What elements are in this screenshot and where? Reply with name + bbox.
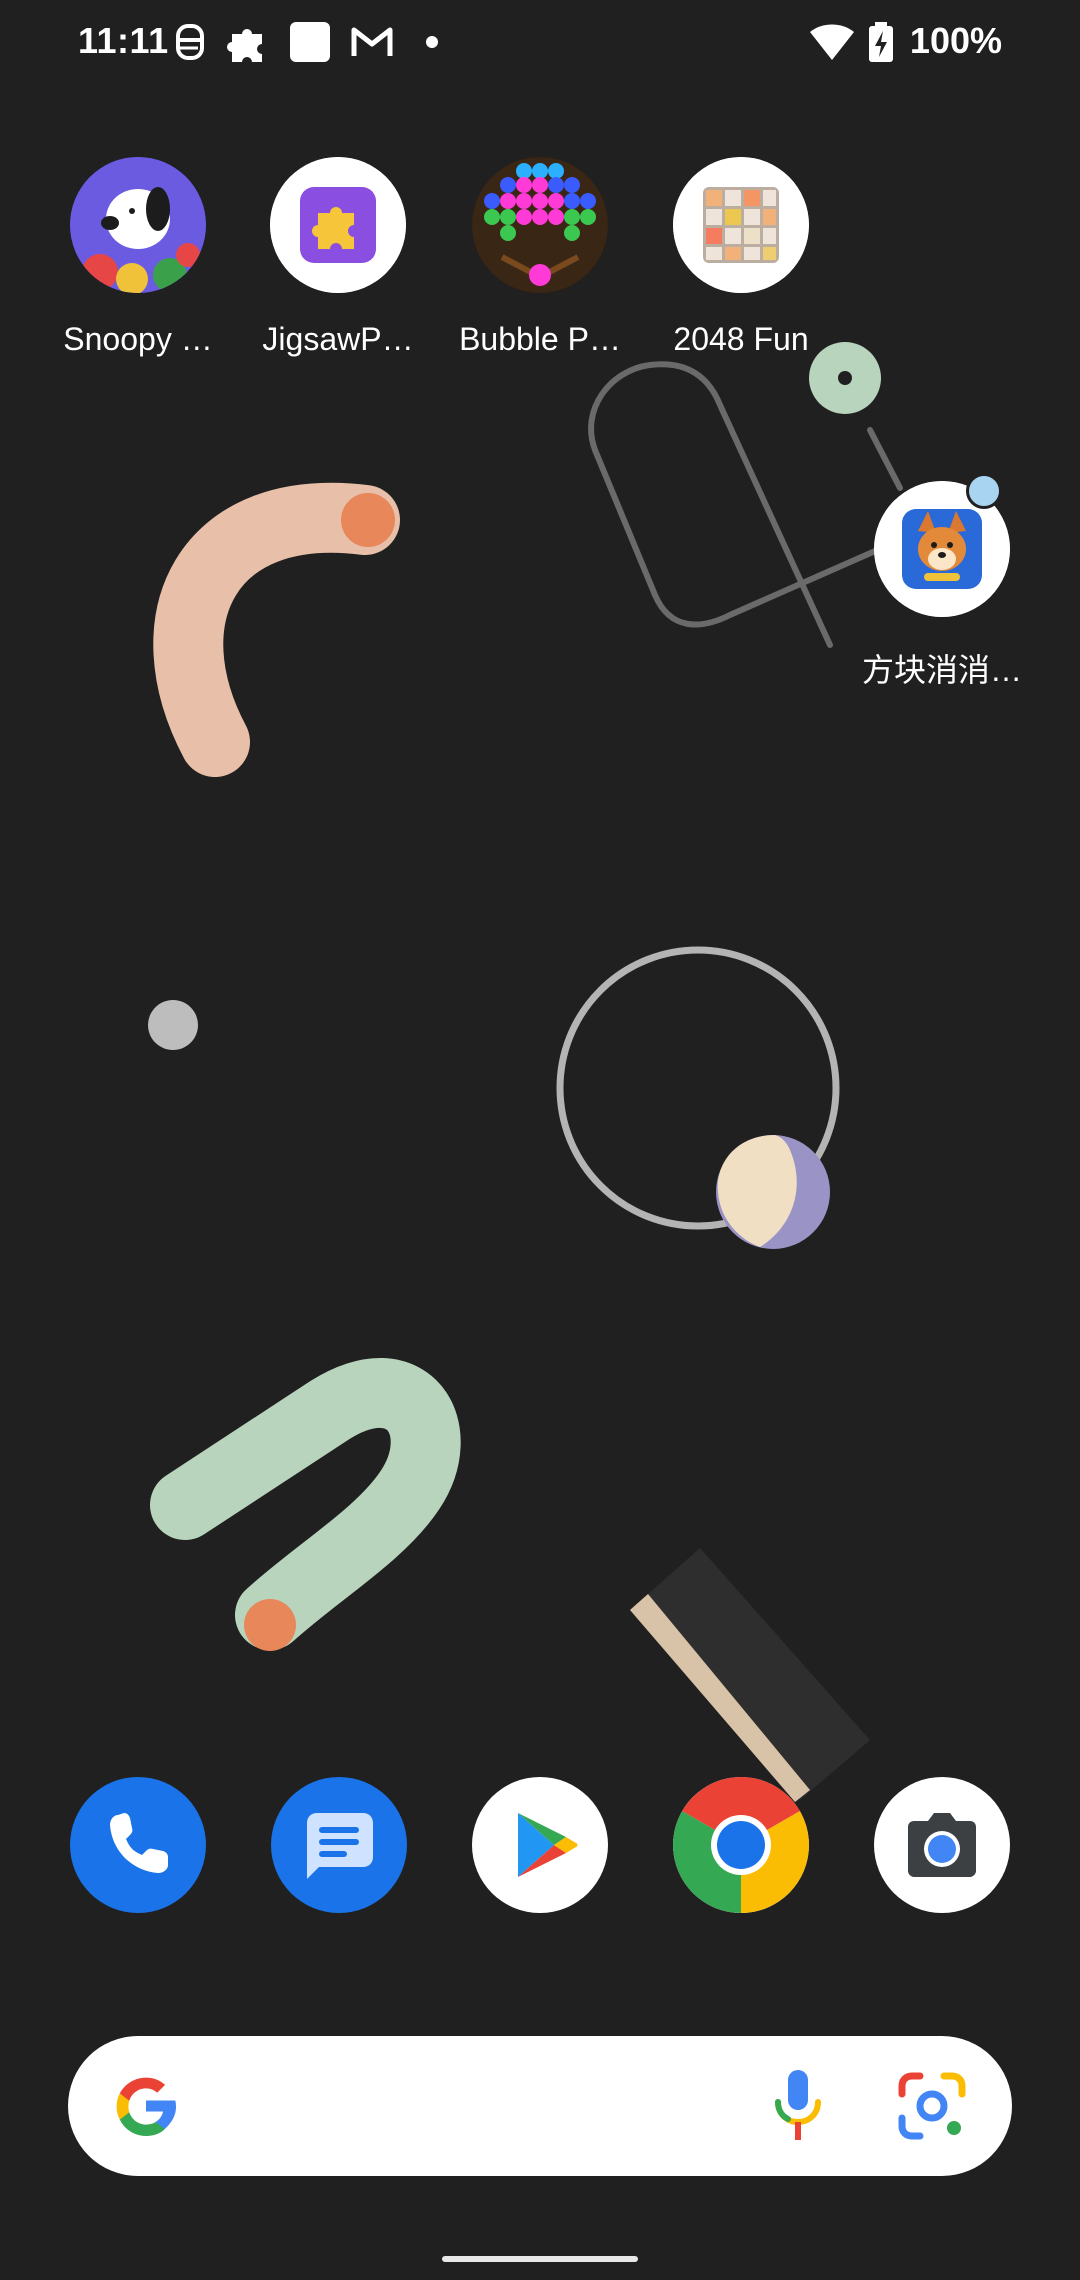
camera-icon[interactable] (874, 1777, 1010, 1913)
microphone-icon[interactable] (768, 2068, 828, 2144)
lens-icon[interactable] (896, 2070, 968, 2142)
battery-percent: 100% (909, 20, 1002, 61)
app-dog-game[interactable]: 方块消消… (842, 473, 1042, 691)
wifi-icon (810, 24, 854, 60)
app-label: 2048 Fun (673, 321, 809, 357)
puzzle-icon (227, 29, 262, 62)
app-label: Bubble P… (459, 321, 621, 357)
chrome-icon[interactable] (673, 1777, 809, 1913)
home-screen: 11:11 100% Snoopy … JigsawP… Bubble P… 2… (0, 0, 1080, 2280)
2048-icon (673, 157, 809, 293)
app-bubble-pop[interactable]: Bubble P… (440, 157, 640, 358)
bubble-pop-icon (472, 157, 608, 293)
google-search-bar[interactable] (68, 2036, 1012, 2176)
app-label: Snoopy … (63, 321, 213, 357)
status-bar: 11:11 100% (0, 0, 1080, 90)
face-icon (176, 24, 204, 60)
google-g-icon (116, 2077, 176, 2136)
app-2048[interactable]: 2048 Fun (641, 157, 841, 358)
battery-charging-icon (869, 22, 893, 62)
notification-dot (966, 473, 1002, 509)
phone-icon[interactable] (70, 1777, 206, 1913)
app-label: 方块消消… (861, 652, 1022, 688)
square-app-icon (290, 22, 330, 62)
snoopy-icon (70, 157, 206, 293)
jigsaw-icon (270, 157, 406, 293)
app-snoopy[interactable]: Snoopy … (38, 157, 238, 358)
dot-icon (426, 36, 438, 48)
gmail-icon (351, 27, 393, 56)
status-time: 11:11 (78, 20, 169, 61)
play-store-icon[interactable] (472, 1777, 608, 1913)
messages-icon[interactable] (271, 1777, 407, 1913)
navigation-handle[interactable] (442, 2256, 638, 2262)
app-jigsaw[interactable]: JigsawP… (238, 157, 438, 358)
app-label: JigsawP… (262, 321, 414, 357)
